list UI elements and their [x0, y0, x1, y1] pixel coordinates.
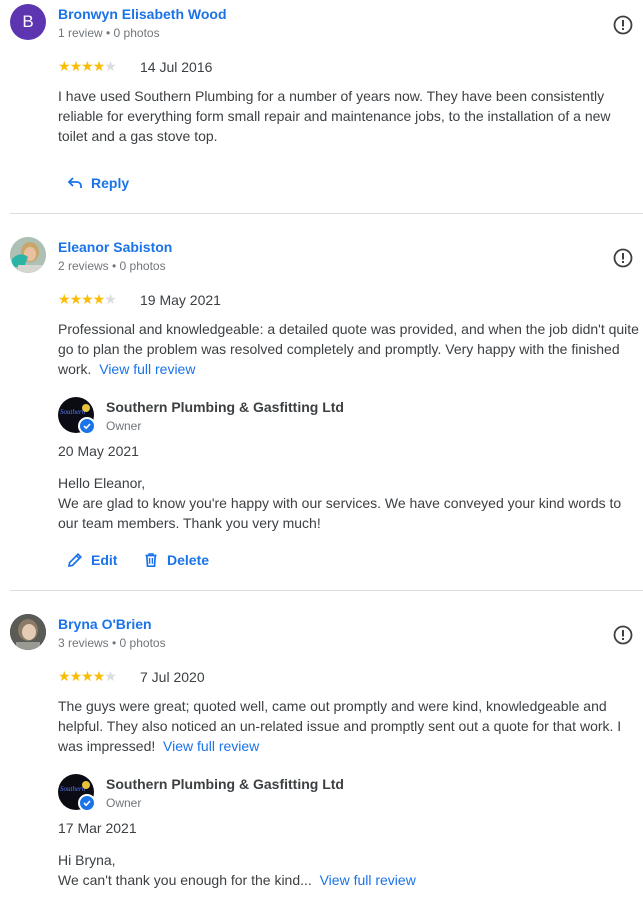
delete-button[interactable]: Delete	[142, 551, 209, 569]
reply-date: 20 May 2021	[58, 443, 139, 459]
reviewer-name[interactable]: Eleanor Sabiston	[58, 239, 172, 255]
view-full-review-link[interactable]: View full review	[163, 738, 259, 754]
view-full-review-link[interactable]: View full review	[320, 872, 416, 888]
review-text: Professional and knowledgeable: a detail…	[58, 319, 642, 379]
star-empty-icon: ★	[104, 668, 117, 684]
avatar-photo	[10, 237, 46, 273]
star-filled-icon: ★	[69, 668, 83, 684]
star-rating: ★★★★★	[58, 291, 117, 307]
star-filled-icon: ★	[81, 291, 94, 307]
reply-body: We are glad to know you're happy with ou…	[58, 495, 622, 531]
review-date: 14 Jul 2016	[140, 59, 213, 75]
reply-button[interactable]: Reply	[66, 174, 129, 192]
edit-label: Edit	[91, 552, 118, 568]
review-date: 7 Jul 2020	[140, 669, 205, 685]
reviewer-meta: 2 reviews • 0 photos	[58, 259, 166, 273]
star-filled-icon: ★	[58, 291, 71, 307]
divider	[10, 213, 643, 214]
star-filled-icon: ★	[69, 291, 83, 307]
star-filled-icon: ★	[81, 58, 94, 74]
owner-reply-text: Hi Bryna, We can't thank you enough for …	[58, 850, 642, 890]
star-filled-icon: ★	[92, 668, 106, 684]
reviewer-meta: 3 reviews • 0 photos	[58, 636, 166, 650]
reviewer-meta: 1 review • 0 photos	[58, 26, 160, 40]
owner-name: Southern Plumbing & Gasfitting Ltd	[106, 776, 344, 792]
reply-label: Reply	[91, 175, 130, 191]
view-full-review-link[interactable]: View full review	[99, 361, 195, 377]
owner-name: Southern Plumbing & Gasfitting Ltd	[106, 399, 344, 415]
reply-date: 17 Mar 2021	[58, 820, 137, 836]
star-filled-icon: ★	[92, 58, 106, 74]
report-icon[interactable]	[612, 247, 634, 269]
verified-icon	[78, 794, 96, 812]
star-filled-icon: ★	[58, 668, 71, 684]
review-body: The guys were great; quoted well, came o…	[58, 698, 622, 754]
owner-role: Owner	[106, 796, 142, 810]
reviewer-name[interactable]: Bronwyn Elisabeth Wood	[58, 6, 227, 22]
divider	[10, 590, 643, 591]
reply-greeting: Hi Bryna,	[58, 852, 116, 868]
owner-avatar: Southern	[58, 774, 96, 812]
avatar-photo	[10, 614, 46, 650]
review-date: 19 May 2021	[140, 292, 221, 308]
avatar[interactable]	[10, 614, 46, 650]
report-icon[interactable]	[612, 14, 634, 36]
review-text: I have used Southern Plumbing for a numb…	[58, 88, 611, 144]
star-filled-icon: ★	[81, 668, 94, 684]
edit-button[interactable]: Edit	[66, 551, 117, 569]
owner-logo-mark	[82, 404, 90, 412]
owner-logo-mark	[82, 781, 90, 789]
report-icon[interactable]	[612, 624, 634, 646]
star-empty-icon: ★	[104, 58, 117, 74]
reply-body-line: We can't thank you enough for the kind..…	[58, 870, 642, 890]
reviewer-name[interactable]: Bryna O'Brien	[58, 616, 152, 632]
owner-role: Owner	[106, 419, 142, 433]
avatar[interactable]	[10, 237, 46, 273]
review-text: The guys were great; quoted well, came o…	[58, 696, 642, 756]
reply-greeting: Hello Eleanor,	[58, 475, 146, 491]
reply-body: We can't thank you enough for the kind..…	[58, 872, 312, 888]
trash-icon	[145, 553, 157, 568]
pencil-icon	[67, 552, 83, 568]
star-filled-icon: ★	[58, 58, 71, 74]
reply-icon	[67, 177, 82, 188]
star-filled-icon: ★	[92, 291, 106, 307]
verified-icon	[78, 417, 96, 435]
star-rating: ★★★★★	[58, 668, 117, 684]
star-empty-icon: ★	[104, 291, 117, 307]
star-rating: ★★★★★	[58, 58, 117, 74]
owner-avatar: Southern	[58, 397, 96, 435]
owner-reply-text: Hello Eleanor, We are glad to know you'r…	[58, 473, 642, 533]
avatar[interactable]: B	[10, 4, 46, 40]
star-filled-icon: ★	[69, 58, 83, 74]
delete-label: Delete	[167, 552, 210, 568]
